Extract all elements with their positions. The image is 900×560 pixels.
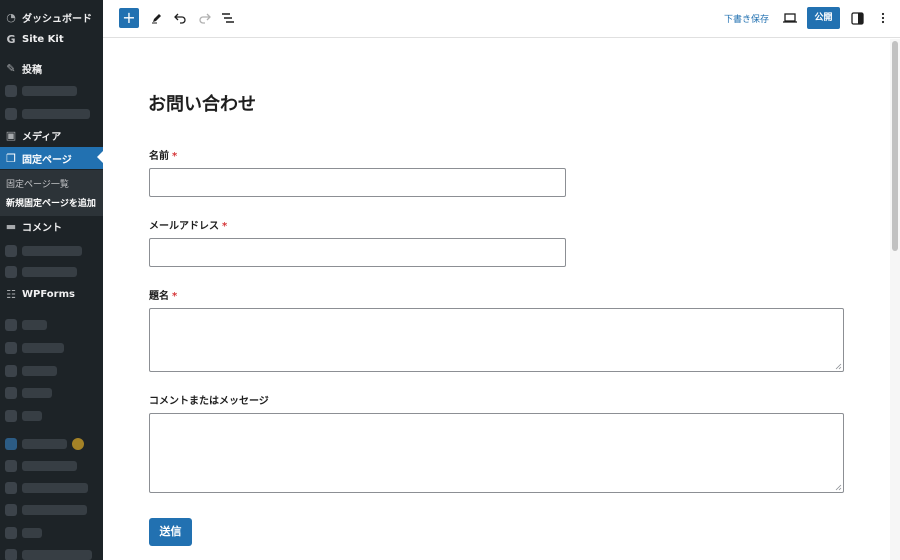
sidebar-item-comments[interactable]: ▬ コメント bbox=[0, 215, 103, 237]
blurred-menu-item[interactable] bbox=[22, 461, 77, 471]
sidebar-item-posts[interactable]: ✎ 投稿 bbox=[0, 57, 103, 79]
dashboard-icon: ◔ bbox=[6, 10, 16, 24]
submenu-item-all-pages[interactable]: 固定ページ一覧 bbox=[6, 177, 69, 190]
blurred-menu-item[interactable] bbox=[22, 320, 47, 330]
sidebar-item-pages[interactable]: ❐ 固定ページ bbox=[0, 147, 103, 169]
blurred-menu-item[interactable] bbox=[22, 505, 87, 515]
field-label-name: 名前 * bbox=[149, 151, 178, 162]
blurred-menu-item[interactable] bbox=[22, 343, 64, 353]
blurred-icon bbox=[5, 482, 17, 494]
blurred-icon bbox=[5, 438, 17, 450]
canvas-scrollbar[interactable] bbox=[890, 39, 900, 560]
editor-toolbar: + 下書き保存 公開 bbox=[103, 0, 900, 38]
blurred-menu-item[interactable] bbox=[22, 388, 52, 398]
required-marker: * bbox=[172, 291, 178, 302]
name-input[interactable] bbox=[149, 168, 566, 197]
pages-icon: ❐ bbox=[6, 151, 16, 165]
blurred-menu-item[interactable] bbox=[22, 267, 77, 277]
blurred-icon bbox=[5, 387, 17, 399]
sidebar-item-wpforms[interactable]: ☷ WPForms bbox=[0, 283, 103, 305]
admin-sidebar: ◔ ダッシュボード G Site Kit ✎ 投稿 ▣ メディア ❐ 固定ページ… bbox=[0, 0, 103, 560]
blurred-icon bbox=[5, 549, 17, 560]
submit-button[interactable]: 送信 bbox=[149, 518, 192, 546]
blurred-icon bbox=[5, 460, 17, 472]
blurred-menu-item[interactable] bbox=[22, 528, 42, 538]
blurred-menu-item[interactable] bbox=[22, 86, 77, 96]
required-marker: * bbox=[172, 151, 178, 162]
blurred-icon bbox=[5, 504, 17, 516]
blurred-notification-badge bbox=[72, 438, 84, 450]
settings-panel-icon[interactable] bbox=[847, 8, 867, 28]
add-block-button[interactable]: + bbox=[119, 8, 139, 28]
sidebar-item-media[interactable]: ▣ メディア bbox=[0, 124, 103, 146]
field-label-message: コメントまたはメッセージ bbox=[149, 396, 269, 407]
pages-submenu: 固定ページ一覧 新規固定ページを追加 bbox=[0, 170, 103, 216]
page-title[interactable]: お問い合わせ bbox=[148, 90, 256, 116]
pencil-icon[interactable] bbox=[147, 8, 167, 28]
blurred-menu-item[interactable] bbox=[22, 411, 42, 421]
blurred-menu-item[interactable] bbox=[22, 109, 90, 119]
blurred-menu-item[interactable] bbox=[22, 439, 67, 449]
redo-icon[interactable] bbox=[194, 8, 214, 28]
comment-icon: ▬ bbox=[5, 219, 17, 233]
blurred-icon bbox=[5, 410, 17, 422]
preview-icon[interactable] bbox=[780, 8, 800, 28]
blurred-menu-item[interactable] bbox=[22, 483, 88, 493]
save-draft-button[interactable]: 下書き保存 bbox=[724, 12, 769, 25]
resize-handle-icon[interactable] bbox=[835, 363, 842, 370]
blurred-menu-item[interactable] bbox=[22, 366, 57, 376]
blurred-icon bbox=[5, 319, 17, 331]
pin-icon: ✎ bbox=[6, 61, 16, 75]
email-input[interactable] bbox=[149, 238, 566, 267]
editor-canvas: お問い合わせ 名前 * メールアドレス * 題名 * コメントまたはメッセージ 送信 bbox=[103, 39, 890, 560]
google-g-icon: G bbox=[6, 32, 16, 46]
wpforms-icon: ☷ bbox=[6, 287, 16, 301]
message-textarea[interactable] bbox=[149, 413, 844, 493]
add-block-icon: + bbox=[122, 8, 136, 27]
sidebar-item-site-kit[interactable]: G Site Kit bbox=[0, 28, 103, 50]
blurred-menu-item[interactable] bbox=[22, 550, 92, 560]
resize-handle-icon[interactable] bbox=[835, 484, 842, 491]
blurred-icon bbox=[5, 342, 17, 354]
blurred-menu-item[interactable] bbox=[22, 246, 82, 256]
field-label-email: メールアドレス * bbox=[149, 221, 228, 232]
submenu-item-add-new-page[interactable]: 新規固定ページを追加 bbox=[6, 196, 96, 209]
subject-textarea[interactable] bbox=[149, 308, 844, 372]
required-marker: * bbox=[222, 221, 228, 232]
scrollbar-thumb[interactable] bbox=[892, 41, 898, 251]
sidebar-item-dashboard[interactable]: ◔ ダッシュボード bbox=[0, 6, 103, 28]
media-icon: ▣ bbox=[5, 128, 17, 142]
blurred-icon bbox=[5, 266, 17, 278]
undo-icon[interactable] bbox=[170, 8, 190, 28]
blurred-icon bbox=[5, 85, 17, 97]
blurred-icon bbox=[5, 365, 17, 377]
blurred-icon bbox=[5, 245, 17, 257]
publish-button[interactable]: 公開 bbox=[807, 7, 840, 29]
blurred-icon bbox=[5, 108, 17, 120]
field-label-subject: 題名 * bbox=[149, 291, 178, 302]
list-view-icon[interactable] bbox=[218, 8, 238, 28]
blurred-icon bbox=[5, 527, 17, 539]
more-options-icon[interactable] bbox=[873, 8, 893, 28]
